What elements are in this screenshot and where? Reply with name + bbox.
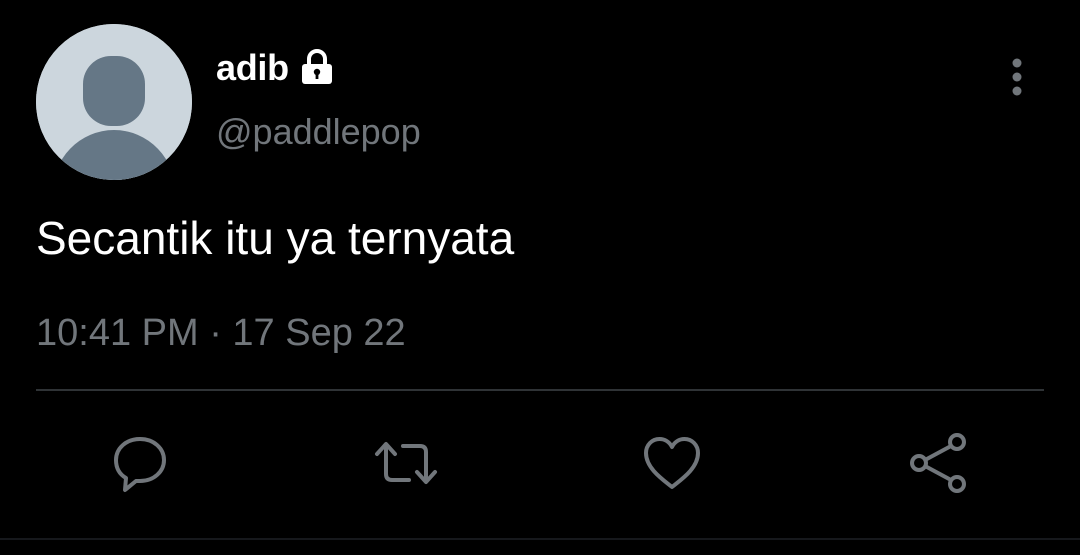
heart-icon xyxy=(644,437,700,489)
retweet-button[interactable] xyxy=(371,428,441,498)
more-options-button[interactable] xyxy=(990,50,1044,104)
lock-icon xyxy=(297,48,337,88)
retweet-arrows-icon xyxy=(375,442,437,484)
display-name-row: adib xyxy=(216,44,337,92)
default-profile-icon xyxy=(36,24,192,180)
share-button[interactable] xyxy=(905,428,975,498)
share-nodes-icon xyxy=(910,433,966,493)
vertical-dots-icon xyxy=(1012,58,1022,96)
tweet-text: Secantik itu ya ternyata xyxy=(36,212,515,264)
like-button[interactable] xyxy=(637,428,707,498)
bottom-divider xyxy=(0,538,1080,540)
speech-bubble-icon xyxy=(114,437,166,492)
display-name[interactable]: adib xyxy=(216,44,289,92)
tweet-timestamp[interactable]: 10:41 PM · 17 Sep 22 xyxy=(36,308,406,358)
user-handle[interactable]: @paddlepop xyxy=(216,108,421,156)
divider xyxy=(36,389,1044,391)
reply-button[interactable] xyxy=(105,428,175,498)
avatar[interactable] xyxy=(36,24,192,180)
